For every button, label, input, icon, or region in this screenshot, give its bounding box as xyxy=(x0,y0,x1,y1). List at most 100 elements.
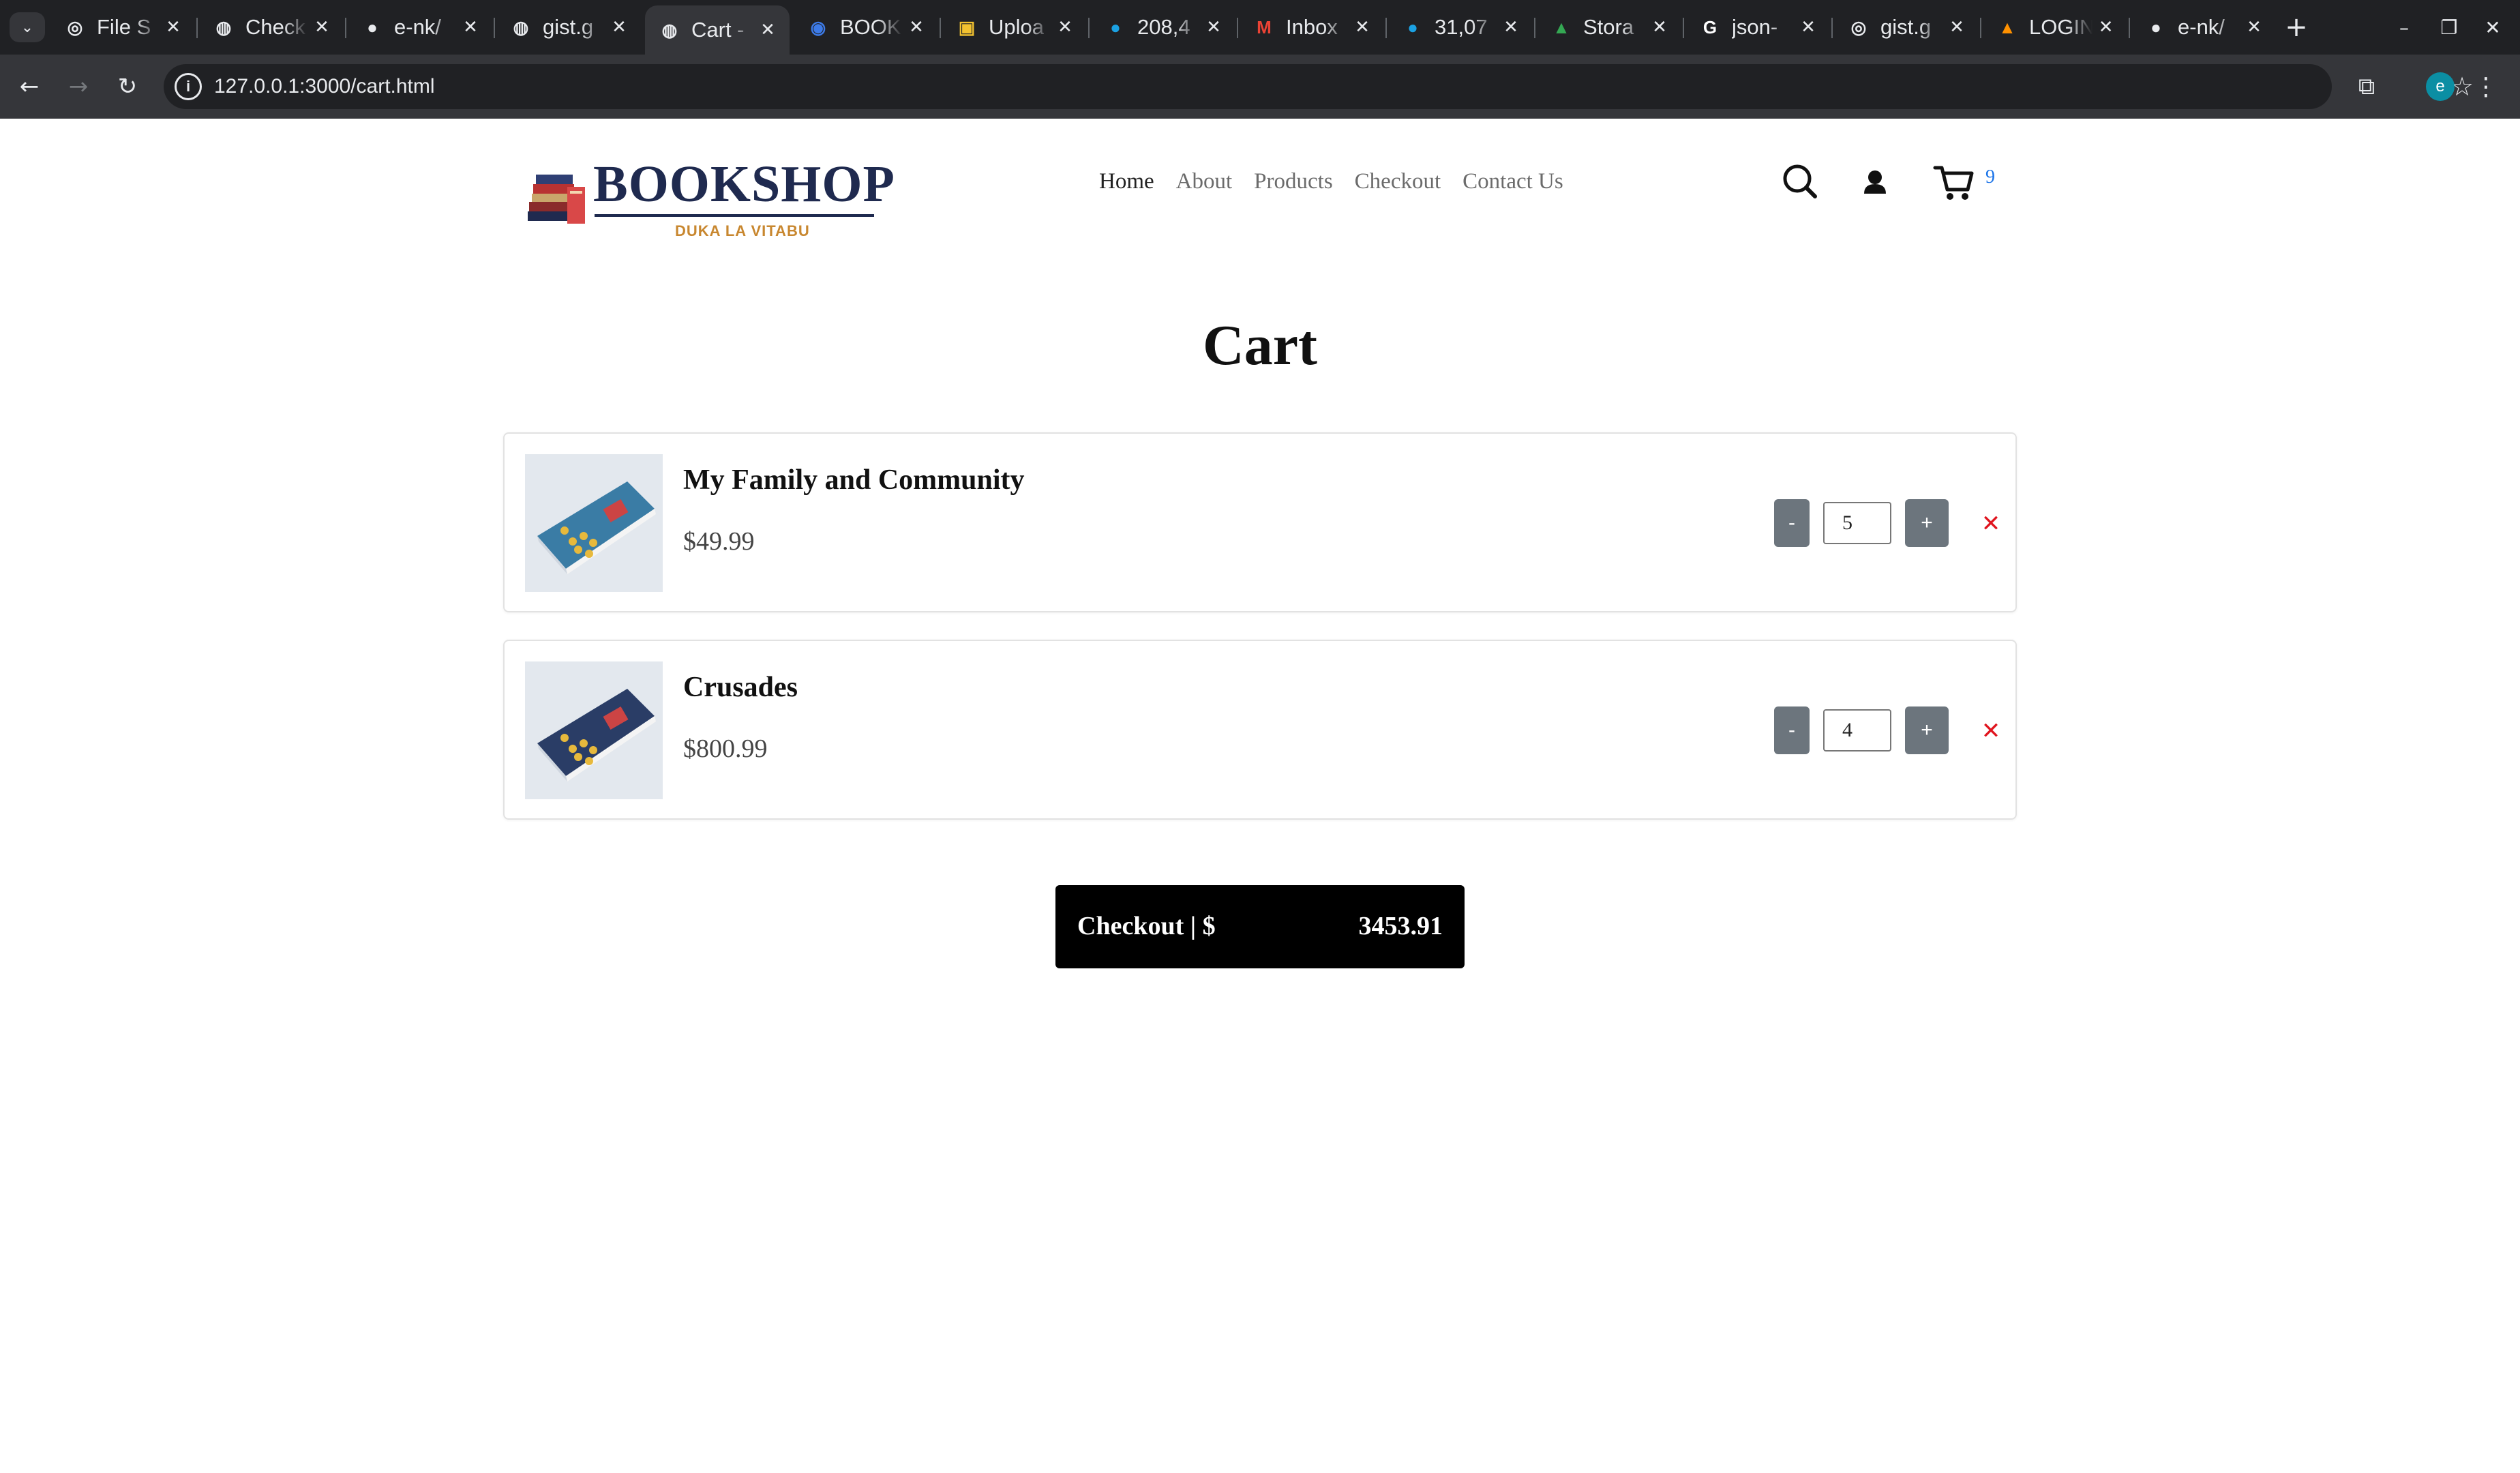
tab-close-icon[interactable]: ✕ xyxy=(605,17,633,38)
browser-tab[interactable]: ◍ Cart - ✕ xyxy=(645,5,790,55)
tab-title: Cart - xyxy=(691,18,745,42)
cart-icon[interactable] xyxy=(1930,157,1979,206)
address-bar[interactable]: i 127.0.0.1:3000/cart.html ☆ xyxy=(164,64,2474,109)
profile-avatar[interactable]: e xyxy=(2426,72,2455,101)
tab-title: e-nk/ xyxy=(2178,15,2225,39)
google-icon: G xyxy=(1702,16,1717,38)
minimize-icon[interactable]: – xyxy=(2384,10,2425,45)
tab-separator xyxy=(940,18,941,38)
tab-close-icon[interactable]: ✕ xyxy=(754,20,781,40)
upload-icon: ▣ xyxy=(958,16,976,38)
tab-separator xyxy=(1237,18,1238,38)
tab-close-icon[interactable]: ✕ xyxy=(2240,17,2268,38)
quantity-input[interactable]: 4 xyxy=(1823,709,1891,752)
tab-close-icon[interactable]: ✕ xyxy=(457,17,484,38)
checkout-button[interactable]: Checkout | $ 3453.91 xyxy=(1055,885,1465,968)
tab-title: LOGIN xyxy=(2029,15,2093,39)
item-price: $800.99 xyxy=(683,734,768,763)
decrease-quantity-button[interactable]: - xyxy=(1774,499,1810,547)
tab-title: Inbox xyxy=(1286,15,1338,39)
tab-separator xyxy=(2129,18,2130,38)
extensions-icon[interactable]: ⧉ xyxy=(2348,68,2385,105)
gmail-icon: M xyxy=(1257,16,1272,38)
tab-title: json- xyxy=(1732,15,1778,39)
reload-icon[interactable]: ↻ xyxy=(109,68,146,105)
nav-link-contact-us[interactable]: Contact Us xyxy=(1462,169,1563,194)
nav-link-home[interactable]: Home xyxy=(1099,169,1154,194)
browser-tab[interactable]: ◎ File S ✕ xyxy=(50,5,195,49)
browser-tab[interactable]: ◎ gist.g ✕ xyxy=(1834,5,1979,49)
tab-close-icon[interactable]: ✕ xyxy=(308,17,335,38)
tab-title: e-nk/ xyxy=(394,15,441,39)
tab-separator xyxy=(494,18,495,38)
browser-tab[interactable]: ▣ Uploa ✕ xyxy=(942,5,1087,49)
window-close-icon[interactable]: ✕ xyxy=(2472,10,2513,45)
browser-tab[interactable]: ◍ Check ✕ xyxy=(199,5,344,49)
tab-close-icon[interactable]: ✕ xyxy=(160,17,187,38)
circle-logo-icon: ◉ xyxy=(810,16,826,38)
search-icon[interactable] xyxy=(1775,157,1825,206)
tab-close-icon[interactable]: ✕ xyxy=(1497,17,1525,38)
tab-close-icon[interactable]: ✕ xyxy=(1051,17,1079,38)
browser-tab[interactable]: ◍ gist.g ✕ xyxy=(496,5,641,49)
tab-separator xyxy=(1385,18,1387,38)
drive-icon: ▲ xyxy=(1552,16,1570,38)
item-title[interactable]: Crusades xyxy=(683,671,798,704)
increase-quantity-button[interactable]: + xyxy=(1905,499,1949,547)
increase-quantity-button[interactable]: + xyxy=(1905,706,1949,754)
item-title[interactable]: My Family and Community xyxy=(683,464,1025,496)
tab-separator xyxy=(1088,18,1090,38)
tab-close-icon[interactable]: ✕ xyxy=(1943,17,1970,38)
tab-close-icon[interactable]: ✕ xyxy=(1646,17,1673,38)
nav-link-products[interactable]: Products xyxy=(1254,169,1333,194)
tab-title: gist.g xyxy=(1880,15,1932,39)
back-icon[interactable]: ← xyxy=(11,68,48,105)
browser-tab[interactable]: ▲ Stora ✕ xyxy=(1537,5,1681,49)
logo-title: BOOKSHOP xyxy=(593,155,895,213)
tab-title: Check xyxy=(245,15,305,39)
user-icon[interactable] xyxy=(1850,157,1900,206)
remove-item-icon[interactable]: ✕ xyxy=(1976,505,2006,543)
tab-title: Stora xyxy=(1583,15,1634,39)
browser-menu-icon[interactable]: ⋮ xyxy=(2472,68,2500,105)
browser-tab[interactable]: ▲ LOGIN ✕ xyxy=(1983,5,2127,49)
page-viewport: BOOKSHOP DUKA LA VITABU Home About Product… xyxy=(0,119,2520,1473)
github-icon: ● xyxy=(367,16,378,38)
quantity-input[interactable]: 5 xyxy=(1823,502,1891,544)
tab-close-icon[interactable]: ✕ xyxy=(1200,17,1227,38)
tab-close-icon[interactable]: ✕ xyxy=(1349,17,1376,38)
new-tab-icon[interactable]: + xyxy=(2279,10,2314,45)
firebase-icon: ▲ xyxy=(1998,16,2016,38)
tab-close-icon[interactable]: ✕ xyxy=(2092,17,2119,38)
browser-tab[interactable]: ● 208,4 ✕ xyxy=(1091,5,1235,49)
tab-close-icon[interactable]: ✕ xyxy=(903,17,930,38)
tab-separator xyxy=(1980,18,1981,38)
browser-tab[interactable]: ● e-nk/ ✕ xyxy=(348,5,492,49)
restore-icon[interactable]: ❐ xyxy=(2429,10,2470,45)
site-logo[interactable]: BOOKSHOP DUKA LA VITABU xyxy=(526,143,895,239)
browser-tab[interactable]: Gjson- ✕ xyxy=(1685,5,1830,49)
nav-link-checkout[interactable]: Checkout xyxy=(1355,169,1441,194)
address-url[interactable]: 127.0.0.1:3000/cart.html xyxy=(214,75,435,98)
search-badge-icon: ● xyxy=(1407,16,1418,38)
tab-search-dropdown-icon[interactable]: ⌄ xyxy=(10,12,45,42)
forward-icon[interactable]: → xyxy=(60,68,97,105)
checkout-total: 3453.91 xyxy=(1358,912,1443,940)
remove-item-icon[interactable]: ✕ xyxy=(1976,712,2006,750)
tab-title: File S xyxy=(97,15,151,39)
browser-tab[interactable]: M Inbox ✕ xyxy=(1240,5,1384,49)
site-info-icon[interactable]: i xyxy=(175,73,202,100)
tab-close-icon[interactable]: ✕ xyxy=(1795,17,1822,38)
checkout-label: Checkout | $ xyxy=(1077,912,1216,940)
browser-tab-strip: ⌄ ◎ File S ✕ ◍ Check ✕ ● e-nk/✕ ◍ gist.g ✕ ◍ Cart - ✕… xyxy=(0,0,2520,55)
browser-tab[interactable]: ◉ BOOK ✕ xyxy=(794,5,938,49)
browser-tab[interactable]: ● 31,07 ✕ xyxy=(1388,5,1533,49)
search-badge-icon: ● xyxy=(1110,16,1121,38)
cart-item: My Family and Community $49.99 -5 + ✕ xyxy=(503,432,2017,612)
decrease-quantity-button[interactable]: - xyxy=(1774,706,1810,754)
globe-icon: ◍ xyxy=(215,16,232,38)
browser-tab[interactable]: ● e-nk/ ✕ xyxy=(2131,5,2276,49)
nav-link-about[interactable]: About xyxy=(1176,169,1233,194)
logo-subtitle: DUKA LA VITABU xyxy=(675,222,810,239)
github-icon: ● xyxy=(2150,16,2161,38)
